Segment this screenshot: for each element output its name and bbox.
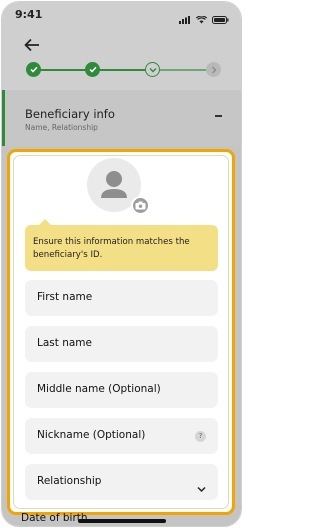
relationship-placeholder: Relationship	[37, 475, 102, 487]
status-time: 9:41	[15, 8, 43, 21]
step-3-current	[145, 62, 160, 77]
home-indicator	[78, 519, 166, 523]
middle-name-field[interactable]: Middle name (Optional)	[25, 372, 218, 408]
notice-text: Ensure this information matches the bene…	[33, 237, 190, 260]
chevron-down-icon	[197, 478, 206, 493]
first-name-placeholder: First name	[37, 291, 93, 303]
camera-icon	[135, 201, 146, 210]
section-title: Beneficiary info	[25, 107, 115, 121]
camera-button[interactable]	[131, 196, 150, 215]
wifi-icon	[195, 9, 208, 28]
app-bar	[2, 28, 241, 90]
check-icon	[29, 66, 38, 73]
chevron-right-icon	[211, 66, 216, 73]
signal-icon	[179, 9, 191, 28]
step-2-complete	[85, 62, 100, 77]
nickname-field[interactable]: Nickname (Optional) ?	[25, 418, 218, 454]
status-bar: 9:41	[2, 2, 241, 28]
arrow-left-icon	[24, 38, 39, 52]
step-4-upcoming	[206, 62, 221, 77]
last-name-placeholder: Last name	[37, 337, 92, 349]
back-button[interactable]	[24, 37, 44, 53]
first-name-field[interactable]: First name	[25, 280, 218, 316]
middle-name-placeholder: Middle name (Optional)	[37, 383, 161, 395]
battery-icon	[212, 9, 229, 28]
check-icon	[88, 66, 97, 73]
stepper-line-1	[34, 69, 92, 71]
beneficiary-info-section-header[interactable]: Beneficiary info Name, Relationship	[2, 90, 241, 146]
help-icon[interactable]: ?	[195, 431, 206, 442]
chevron-down-icon	[149, 67, 156, 72]
nickname-placeholder: Nickname (Optional)	[37, 429, 146, 441]
id-match-notice: Ensure this information matches the bene…	[25, 219, 218, 271]
relationship-select[interactable]: Relationship	[25, 464, 218, 500]
last-name-field[interactable]: Last name	[25, 326, 218, 362]
section-subtitle: Name, Relationship	[25, 123, 98, 132]
notice-pointer	[39, 219, 51, 225]
progress-stepper	[25, 61, 221, 79]
minus-icon[interactable]	[215, 115, 222, 117]
status-icons	[179, 9, 229, 28]
step-1-complete	[26, 62, 41, 77]
